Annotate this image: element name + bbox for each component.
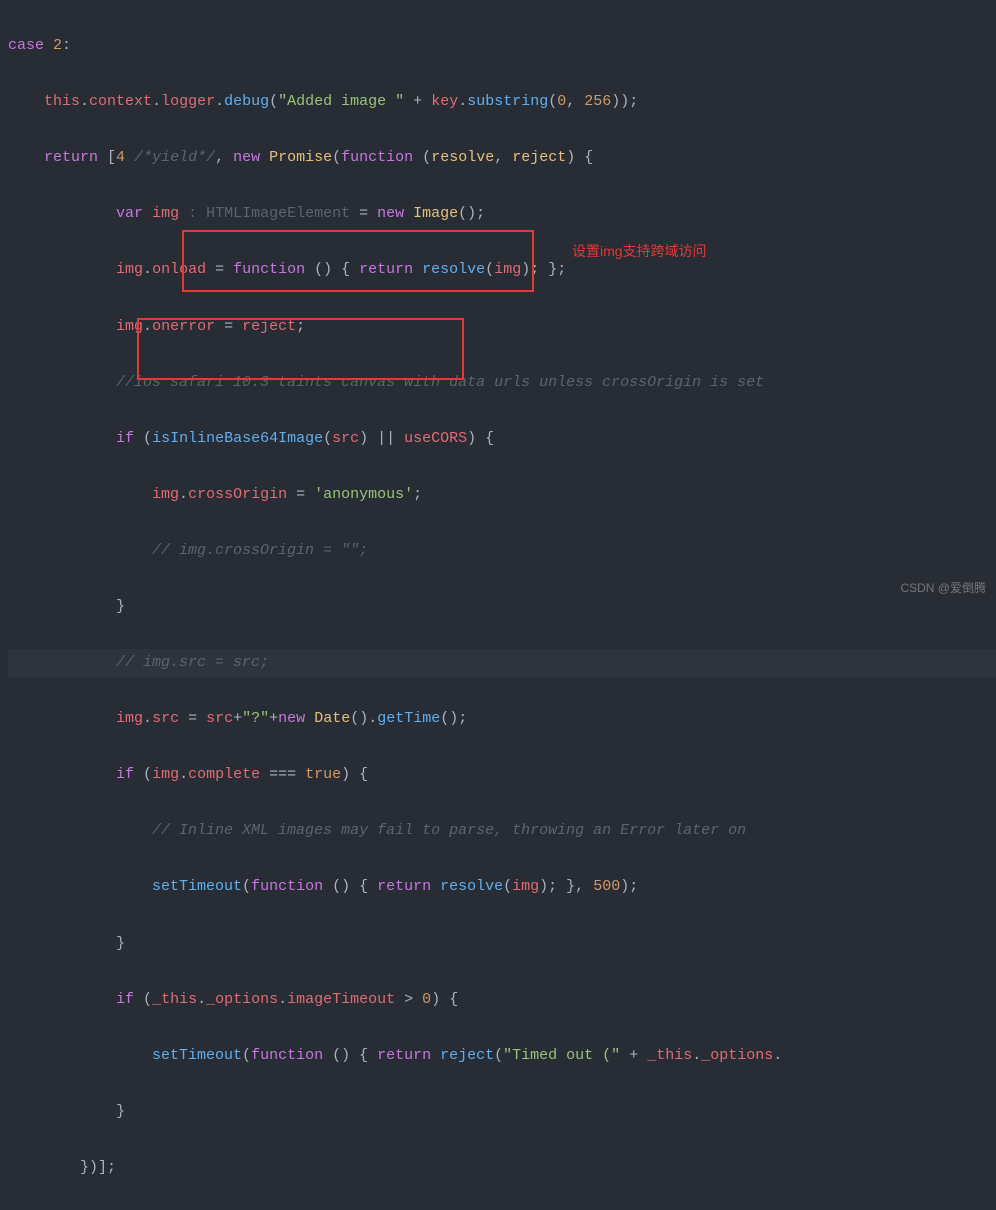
code-line: }	[8, 593, 996, 621]
code-line: img.onerror = reject;	[8, 313, 996, 341]
code-line: // img.crossOrigin = "";	[8, 537, 996, 565]
code-line: return [4 /*yield*/, new Promise(functio…	[8, 144, 996, 172]
code-line: img.src = src+"?"+new Date().getTime();	[8, 705, 996, 733]
keyword-case: case	[8, 37, 44, 54]
code-line: setTimeout(function () { return reject("…	[8, 1042, 996, 1070]
code-line: this.context.logger.debug("Added image "…	[8, 88, 996, 116]
code-line-current: // img.src = src;	[8, 649, 996, 677]
code-line: var img : HTMLImageElement = new Image()…	[8, 200, 996, 228]
code-line: img.onload = function () { return resolv…	[8, 256, 996, 284]
code-line: //ios safari 10.3 taints canvas with dat…	[8, 369, 996, 397]
code-line: })];	[8, 1154, 996, 1182]
code-line: case 2:	[8, 32, 996, 60]
code-line: if (_this._options.imageTimeout > 0) {	[8, 986, 996, 1014]
code-line: if (img.complete === true) {	[8, 761, 996, 789]
code-line: img.crossOrigin = 'anonymous';	[8, 481, 996, 509]
code-line: }	[8, 930, 996, 958]
code-line: setTimeout(function () { return resolve(…	[8, 873, 996, 901]
code-line: if (isInlineBase64Image(src) || useCORS)…	[8, 425, 996, 453]
code-line: // Inline XML images may fail to parse, …	[8, 817, 996, 845]
watermark: CSDN @爱倒腾	[900, 577, 986, 599]
annotation-crossorigin: 设置img支持跨域访问	[572, 238, 707, 264]
code-editor[interactable]: case 2: this.context.logger.debug("Added…	[0, 0, 996, 1210]
code-line: }	[8, 1098, 996, 1126]
